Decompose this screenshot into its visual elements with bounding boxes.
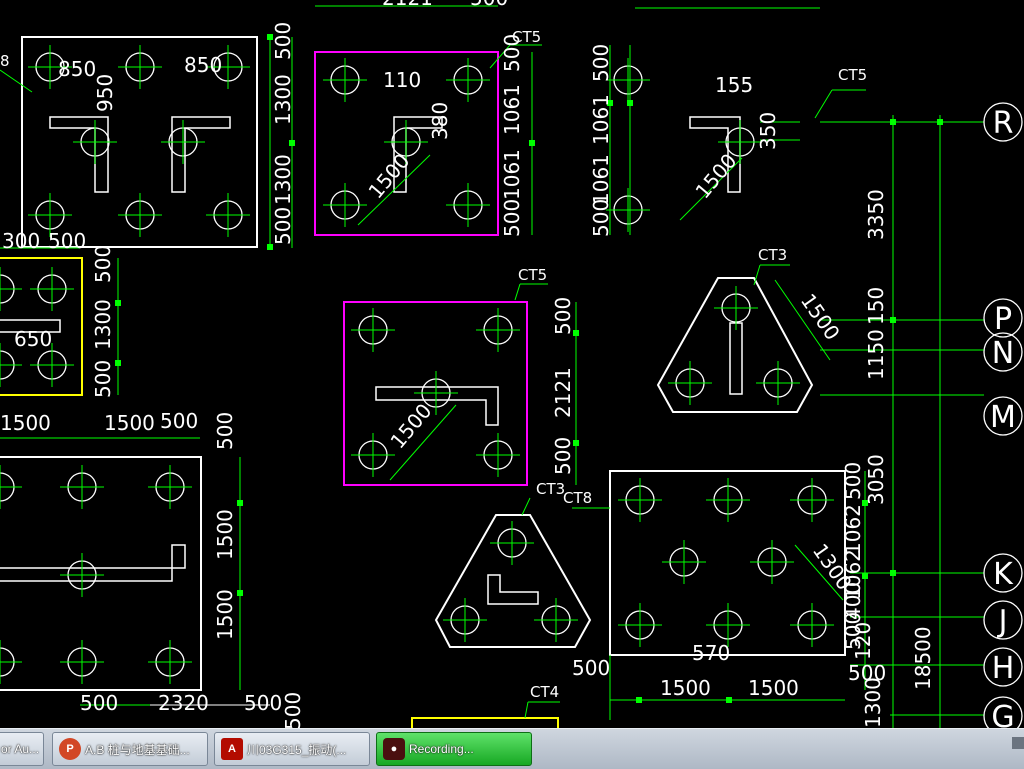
- dimension-label: 1300: [861, 677, 885, 728]
- piles-group: [0, 45, 834, 684]
- dimension-label: 3050: [864, 454, 888, 505]
- dimension-label: 1061: [589, 94, 613, 145]
- dimension-label: 1061: [589, 154, 613, 205]
- column-stub: [729, 322, 743, 395]
- pdf-icon: A: [221, 738, 243, 760]
- dimension-label: 155: [715, 73, 753, 97]
- dimension-label: 1500: [690, 149, 741, 203]
- dimension-label: 500: [271, 207, 295, 245]
- dimension-label: 1500: [660, 676, 711, 700]
- column-stub: [487, 574, 539, 605]
- dimension-label: 2320: [158, 691, 209, 715]
- dimension-label: 500: [589, 199, 613, 237]
- dimension-label: 500: [271, 22, 295, 60]
- dimension-label: 380: [428, 102, 452, 140]
- cap-label: CT5: [838, 66, 867, 84]
- dimension-label: 1500: [796, 289, 845, 344]
- dimension-label: 2121: [551, 367, 575, 418]
- dimension-label: 300: [2, 229, 40, 253]
- dimension-label: 1300: [271, 74, 295, 125]
- taskbar-item-powerpoint[interactable]: P A.B 桩与地基基础...: [52, 732, 208, 766]
- dimension-label: 2121: [382, 0, 433, 10]
- dimension-label: 500: [470, 0, 508, 10]
- taskbar-item-label: or Au...: [1, 742, 40, 756]
- grid-label-G: G: [991, 700, 1014, 730]
- dimension-label: 500: [80, 691, 118, 715]
- dimension-label: 850: [184, 53, 222, 77]
- dimension-label: 1500: [104, 411, 155, 435]
- dimension-label: 120: [851, 622, 875, 660]
- dimension-label: 1500: [748, 676, 799, 700]
- dimension-label: 150: [864, 287, 888, 325]
- grid-label-R: R: [993, 106, 1014, 141]
- dimension-label: 650: [14, 327, 52, 351]
- dimension-label: 1061: [500, 84, 524, 135]
- column-stub: [0, 544, 186, 582]
- dimension-label: 500: [160, 409, 198, 433]
- dimension-label: 1500: [213, 589, 237, 640]
- dimension-label: 1300: [91, 299, 115, 350]
- dimension-label: 18500: [911, 626, 935, 690]
- grid-label-J: J: [997, 604, 1008, 639]
- taskbar-item-label: 川03G315_振动(...: [247, 742, 347, 757]
- dimension-label: 110: [383, 68, 421, 92]
- taskbar-item-cad[interactable]: or Au...: [0, 732, 44, 766]
- grid-label-K: K: [993, 557, 1014, 592]
- dimension-label: 500: [551, 437, 575, 475]
- taskbar-item-pdf[interactable]: A 川03G315_振动(...: [214, 732, 370, 766]
- tray-icon[interactable]: [1012, 737, 1024, 749]
- dimension-label: 500: [213, 412, 237, 450]
- grid-label-M: M: [990, 400, 1016, 435]
- dimension-label: 850: [58, 57, 96, 81]
- cad-drawing[interactable]: R P N M K J H G CT5 CT5 CT5 CT3 CT3 CT8 …: [0, 0, 1024, 730]
- dimension-label: 500: [841, 462, 865, 500]
- dimension-label: 500: [91, 245, 115, 283]
- dimension-label: 500: [500, 34, 524, 72]
- dimension-label: 500: [244, 691, 282, 715]
- dimension-label: 500: [572, 656, 610, 680]
- dimension-label: 1500: [213, 509, 237, 560]
- dimension-label: 500: [48, 229, 86, 253]
- dimension-label: 1500: [0, 411, 51, 435]
- dimension-ticks: [115, 34, 943, 703]
- powerpoint-icon: P: [59, 738, 81, 760]
- dimension-label: 950: [93, 74, 117, 112]
- pile-cap-large-left: [0, 456, 202, 691]
- dimension-label: 500: [551, 297, 575, 335]
- dimension-label: 500: [91, 360, 115, 398]
- grid-label-N: N: [992, 336, 1014, 371]
- cap-label: CT4: [530, 683, 559, 701]
- cap-label: CT3: [536, 480, 565, 498]
- dimension-label: 500: [500, 199, 524, 237]
- cap-label: CT5: [518, 266, 547, 284]
- dimension-label: 500: [589, 44, 613, 82]
- dimension-label: 1500: [385, 399, 436, 453]
- pile-cap-ct3-left: [434, 514, 592, 648]
- taskbar-item-label: A.B 桩与地基基础...: [85, 742, 190, 757]
- dimension-label: 500: [281, 692, 305, 730]
- dimension-label: 1300: [271, 154, 295, 205]
- taskbar: or Au... P A.B 桩与地基基础... A 川03G315_振动(..…: [0, 728, 1024, 769]
- taskbar-item-label: Recording...: [409, 742, 474, 756]
- video-camera-icon: ●: [383, 738, 405, 760]
- cap-label: 8: [0, 52, 10, 70]
- dimension-label: 3350: [864, 189, 888, 240]
- grid-label-H: H: [992, 651, 1015, 686]
- cap-label: CT8: [563, 489, 592, 507]
- dimension-label: 570: [692, 641, 730, 665]
- dimension-label: 1062: [841, 504, 865, 555]
- cad-drawing-canvas[interactable]: R P N M K J H G CT5 CT5 CT5 CT3 CT3 CT8 …: [0, 0, 1024, 730]
- taskbar-item-recording[interactable]: ● Recording...: [376, 732, 532, 766]
- cap-label: CT3: [758, 246, 787, 264]
- dimension-label: 350: [756, 112, 780, 150]
- grid-label-P: P: [994, 302, 1012, 337]
- dimension-label: 1150: [864, 329, 888, 380]
- dimension-label: 1061: [500, 149, 524, 200]
